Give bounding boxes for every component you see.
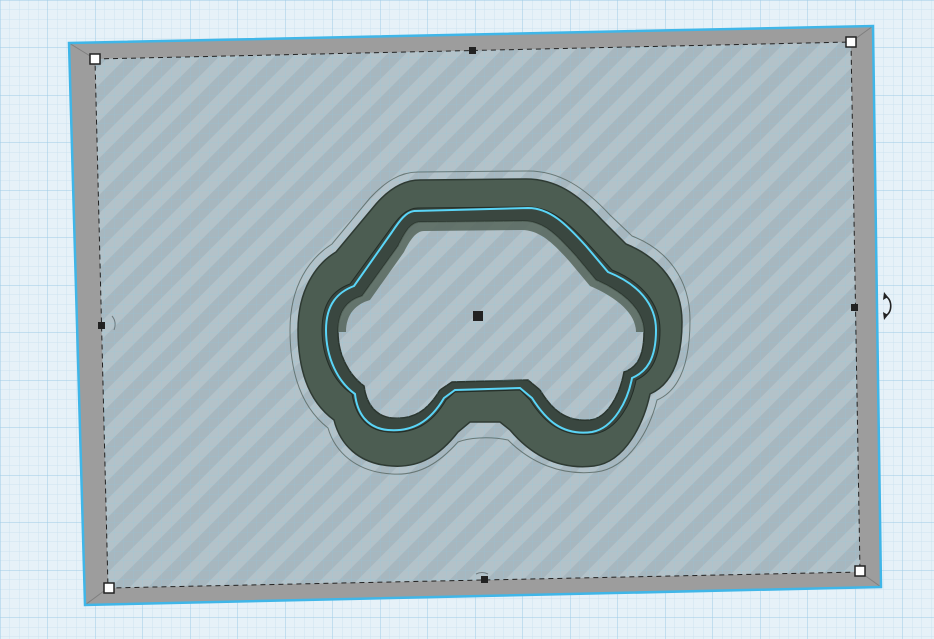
workplane-viewport[interactable] — [0, 0, 934, 639]
mid-handle-left[interactable] — [98, 322, 105, 329]
mid-handle-right[interactable] — [851, 304, 858, 311]
corner-handle-top-left[interactable] — [89, 53, 101, 65]
corner-handle-bottom-right[interactable] — [854, 565, 866, 577]
center-point-handle[interactable] — [473, 311, 483, 321]
mid-handle-top[interactable] — [469, 47, 476, 54]
corner-handle-top-right[interactable] — [845, 36, 857, 48]
mid-handle-bottom[interactable] — [481, 576, 488, 583]
corner-handle-bottom-left[interactable] — [103, 582, 115, 594]
